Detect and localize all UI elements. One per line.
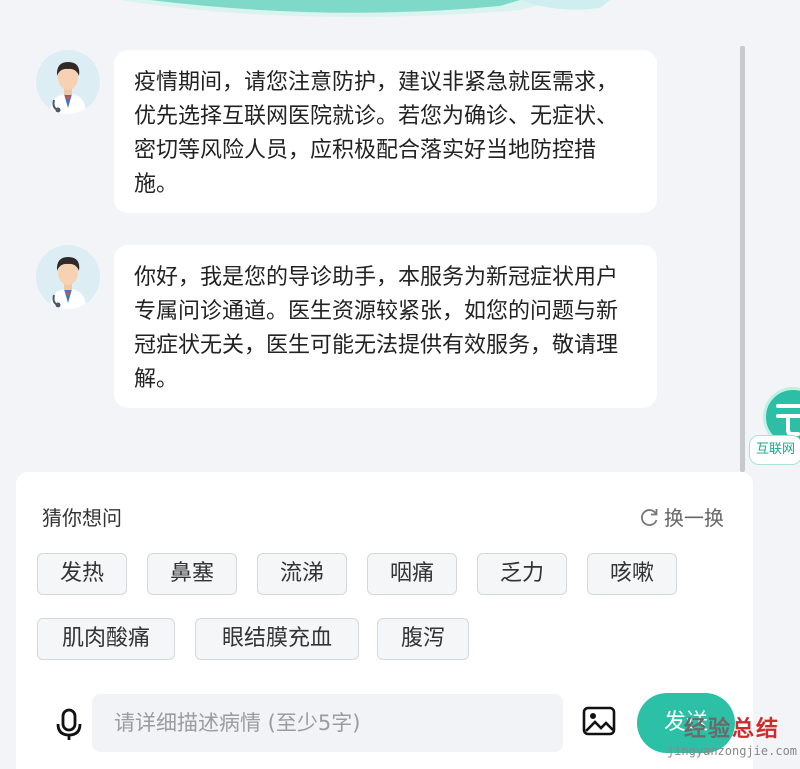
suggestion-chip[interactable]: 肌肉酸痛 xyxy=(37,618,175,660)
message-text: 你好，我是您的导诊助手，本服务为新冠症状用户专属问诊通道。医生资源较紧张，如您的… xyxy=(134,265,619,392)
doctor-avatar xyxy=(36,50,100,114)
suggestion-chip[interactable]: 咳嗽 xyxy=(587,553,677,595)
header-wave-decoration xyxy=(120,0,610,18)
suggestion-chip[interactable]: 咽痛 xyxy=(367,553,457,595)
suggestion-chip[interactable]: 发热 xyxy=(37,553,127,595)
float-button-label: 互联网 xyxy=(749,435,800,465)
suggestion-chip[interactable]: 乏力 xyxy=(477,553,567,595)
image-upload-button[interactable] xyxy=(582,706,616,740)
suggestion-title: 猜你想问 xyxy=(42,506,122,530)
doctor-avatar xyxy=(36,245,100,309)
doctor-icon xyxy=(36,245,100,309)
doctor-icon xyxy=(36,50,100,114)
send-button[interactable]: 发送 xyxy=(637,693,735,753)
suggestion-chip[interactable]: 流涕 xyxy=(257,553,347,595)
suggestion-chip[interactable]: 眼结膜充血 xyxy=(195,618,359,660)
refresh-icon xyxy=(641,508,658,526)
chat-scrollbar[interactable] xyxy=(740,46,745,472)
symptom-input-wrapper[interactable] xyxy=(92,694,563,752)
internet-hospital-float-button[interactable]: 互联网 xyxy=(749,383,800,467)
message-text: 疫情期间，请您注意防护，建议非紧急就医需求，优先选择互联网医院就诊。若您为确诊、… xyxy=(134,70,619,197)
microphone-icon xyxy=(56,708,82,740)
voice-input-button[interactable] xyxy=(54,708,84,746)
suggestion-chip[interactable]: 鼻塞 xyxy=(147,553,237,595)
symptom-input[interactable] xyxy=(92,694,563,752)
suggestion-panel: 猜你想问 换一换 发热 鼻塞 流涕 咽痛 乏力 咳嗽 肌肉酸痛 眼结膜充血 腹泻… xyxy=(16,472,753,769)
image-icon xyxy=(582,706,616,736)
message-bubble: 疫情期间，请您注意防护，建议非紧急就医需求，优先选择互联网医院就诊。若您为确诊、… xyxy=(114,50,657,213)
message-bubble: 你好，我是您的导诊助手，本服务为新冠症状用户专属问诊通道。医生资源较紧张，如您的… xyxy=(114,245,657,408)
refresh-button[interactable]: 换一换 xyxy=(638,502,724,531)
refresh-label: 换一换 xyxy=(664,506,724,530)
suggestion-chip[interactable]: 腹泻 xyxy=(377,618,469,660)
